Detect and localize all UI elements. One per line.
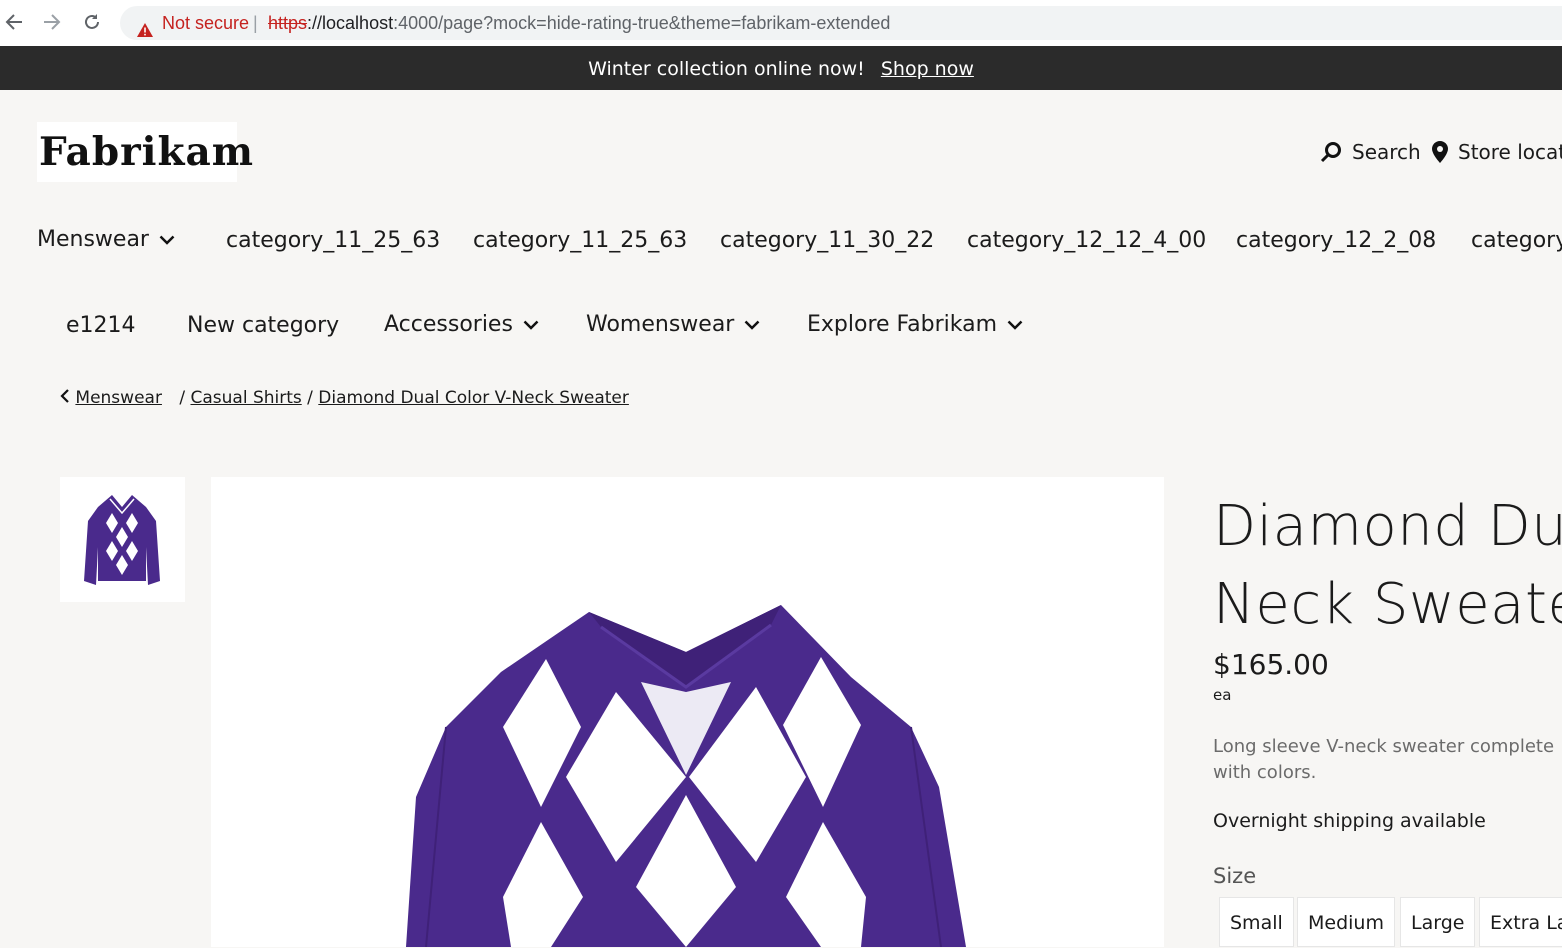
breadcrumb-casual-shirts[interactable]: Casual Shirts	[190, 388, 301, 408]
chevron-left-icon[interactable]	[60, 389, 70, 403]
nav-category-5[interactable]: category_12_2_08	[1236, 228, 1436, 253]
search-label: Search	[1352, 140, 1421, 164]
product-title: Diamond Dua Neck Sweater	[1213, 488, 1562, 644]
nav-category-1[interactable]: category_11_25_63	[226, 228, 440, 253]
breadcrumb-menswear[interactable]: Menswear	[75, 388, 162, 408]
size-extra-large-button[interactable]: Extra Lar	[1479, 897, 1562, 947]
chevron-down-icon	[744, 320, 760, 330]
product-title-line1: Diamond Dua	[1213, 494, 1562, 559]
store-locator-button[interactable]: Store locato	[1432, 140, 1562, 164]
shipping-info: Overnight shipping available	[1213, 810, 1486, 832]
size-small-button[interactable]: Small	[1219, 897, 1294, 947]
security-label[interactable]: Not secure	[162, 6, 249, 40]
search-button[interactable]: Search	[1320, 140, 1421, 164]
product-title-line2: Neck Sweater	[1213, 572, 1562, 637]
size-large-button[interactable]: Large	[1400, 897, 1476, 947]
product-main-image[interactable]	[211, 477, 1164, 947]
price-unit: ea	[1213, 686, 1232, 704]
search-icon	[1320, 142, 1341, 163]
address-bar[interactable]: Not secure | https://localhost:4000/page…	[120, 6, 1562, 40]
shop-now-link[interactable]: Shop now	[881, 58, 974, 80]
promo-text: Winter collection online now!	[588, 58, 865, 80]
back-arrow-icon[interactable]	[4, 12, 24, 37]
nav-category-2[interactable]: category_11_25_63	[473, 228, 687, 253]
nav-menswear[interactable]: Menswear	[37, 227, 175, 252]
nav-category-6[interactable]: category_	[1471, 228, 1562, 253]
breadcrumb: Menswear / Casual Shirts / Diamond Dual …	[60, 388, 629, 408]
breadcrumb-separator: /	[307, 388, 313, 408]
map-pin-icon	[1432, 141, 1448, 163]
product-price: $165.00	[1213, 648, 1329, 681]
nav-new-category[interactable]: New category	[187, 313, 339, 338]
warning-triangle-icon	[136, 15, 154, 49]
nav-category-3[interactable]: category_11_30_22	[720, 228, 934, 253]
reload-icon[interactable]	[82, 12, 102, 37]
nav-label: Menswear	[37, 227, 149, 252]
fabrikam-logo[interactable]: Fabrikam	[37, 122, 253, 182]
chevron-down-icon	[1007, 320, 1023, 330]
product-description: Long sleeve V-neck sweater complete with…	[1213, 736, 1555, 783]
promo-banner: Winter collection online now! Shop now	[0, 46, 1562, 90]
url-separator: |	[253, 13, 258, 33]
forward-arrow-icon[interactable]	[42, 12, 62, 37]
nav-explore-fabrikam[interactable]: Explore Fabrikam	[807, 312, 1023, 337]
url-text[interactable]: https://localhost:4000/page?mock=hide-ra…	[268, 6, 890, 40]
product-thumbnail[interactable]	[60, 477, 185, 602]
size-medium-button[interactable]: Medium	[1297, 897, 1395, 947]
size-label: Size	[1213, 864, 1257, 888]
nav-accessories[interactable]: Accessories	[384, 312, 539, 337]
nav-e1214[interactable]: e1214	[66, 313, 136, 338]
nav-womenswear[interactable]: Womenswear	[586, 312, 760, 337]
browser-toolbar: Not secure | https://localhost:4000/page…	[0, 0, 1562, 46]
chevron-down-icon	[523, 320, 539, 330]
breadcrumb-product[interactable]: Diamond Dual Color V-Neck Sweater	[318, 388, 629, 408]
chevron-down-icon	[159, 235, 175, 245]
nav-category-4[interactable]: category_12_12_4_00	[967, 228, 1206, 253]
store-locator-label: Store locato	[1458, 140, 1562, 164]
breadcrumb-separator: /	[179, 388, 186, 408]
